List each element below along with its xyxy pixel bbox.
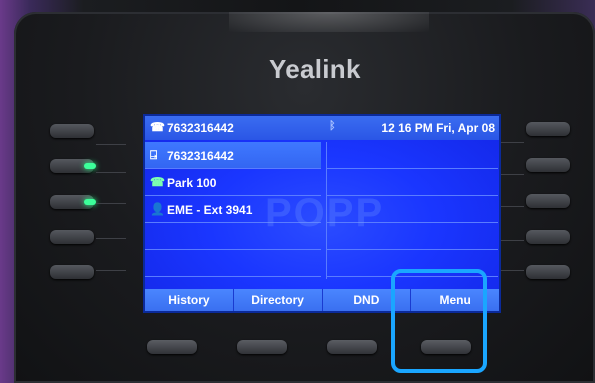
brand-logo: Yealink bbox=[269, 54, 361, 84]
line-item-account[interactable]: ⍈ 7632316442 bbox=[145, 142, 321, 169]
line-key-right-1[interactable] bbox=[526, 122, 570, 136]
menu-key-highlight bbox=[391, 269, 487, 373]
line-key-right-2[interactable] bbox=[526, 158, 570, 172]
date-time: 12 16 PM Fri, Apr 08 bbox=[381, 121, 495, 135]
softkey-history[interactable]: History bbox=[145, 289, 234, 311]
line-key-right-4[interactable] bbox=[526, 230, 570, 244]
line-key-right-3[interactable] bbox=[526, 194, 570, 208]
line-key-led-2 bbox=[84, 163, 96, 169]
hard-softkey-1[interactable] bbox=[147, 340, 197, 354]
status-bar: ☎ 7632316442 ᛒ 12 16 PM Fri, Apr 08 bbox=[145, 116, 499, 140]
line-label: 7632316442 bbox=[167, 149, 234, 163]
phone-icon: ☎ bbox=[150, 120, 165, 134]
contact-icon: 👤 bbox=[150, 202, 165, 216]
line-label: Park 100 bbox=[167, 176, 217, 190]
line-key-left-4[interactable] bbox=[50, 230, 94, 244]
watermark-text: POPP bbox=[265, 191, 385, 235]
hard-softkey-3[interactable] bbox=[327, 340, 377, 354]
line-item-empty[interactable] bbox=[145, 250, 321, 277]
line-key-left-5[interactable] bbox=[50, 265, 94, 279]
light-reflection bbox=[229, 12, 429, 32]
bluetooth-icon: ᛒ bbox=[329, 120, 336, 132]
park-call-icon: ☎ bbox=[150, 175, 165, 189]
line-key-right-5[interactable] bbox=[526, 265, 570, 279]
line-label: EME - Ext 3941 bbox=[167, 203, 253, 217]
account-number: 7632316442 bbox=[167, 121, 234, 135]
ip-phone-body: Yealink ☎ 7632316442 ᛒ 12 16 PM Fri, Apr… bbox=[14, 12, 595, 383]
softkey-directory[interactable]: Directory bbox=[234, 289, 323, 311]
line-key-led-3 bbox=[84, 199, 96, 205]
line-key-left-1[interactable] bbox=[50, 124, 94, 138]
line-register-icon: ⍈ bbox=[150, 148, 158, 162]
hard-softkey-2[interactable] bbox=[237, 340, 287, 354]
